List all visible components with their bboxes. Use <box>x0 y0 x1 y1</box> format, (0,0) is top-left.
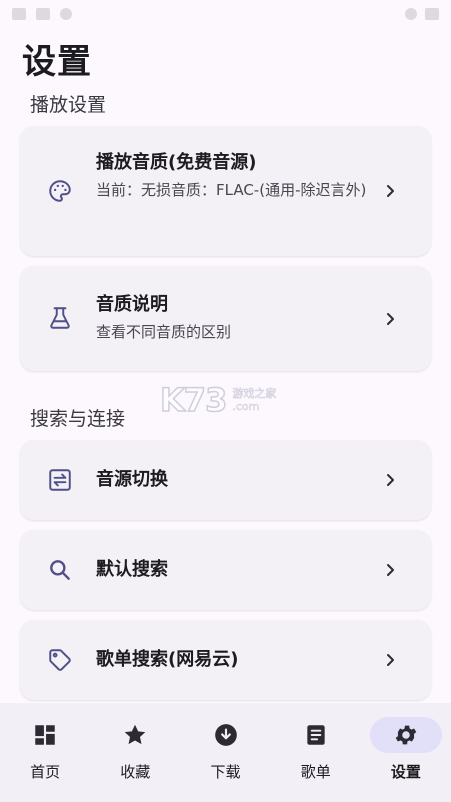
default-search-item[interactable]: 默认搜索 <box>20 530 431 610</box>
palette-icon <box>46 177 74 205</box>
item-subtitle: 查看不同音质的区别 <box>96 323 232 341</box>
download-icon <box>214 724 237 746</box>
chevron-right-icon <box>383 653 397 667</box>
search-icon <box>46 556 74 584</box>
section-title-playback: 播放设置 <box>30 94 107 116</box>
item-subtitle: 当前：无损音质：FLAC-(通用-除迟言外) <box>96 181 367 199</box>
nav-home[interactable]: 首页 <box>0 703 90 802</box>
nav-pill-active <box>369 717 442 753</box>
nav-label: 设置 <box>390 763 421 781</box>
nav-downloads[interactable]: 下载 <box>180 703 270 802</box>
status-glyph <box>36 8 50 20</box>
item-title: 歌单搜索(网易云) <box>96 649 239 670</box>
status-glyph <box>60 8 72 20</box>
nav-label: 歌单 <box>300 763 331 781</box>
nav-settings[interactable]: 设置 <box>361 703 451 802</box>
bottom-nav: 首页 收藏 下载 歌单 设置 <box>0 703 451 802</box>
nav-pill <box>99 717 171 753</box>
nav-pill <box>280 717 352 753</box>
tag-icon <box>46 646 74 674</box>
nav-pill <box>9 717 81 753</box>
item-title: 播放音质(免费音源) <box>96 152 257 173</box>
watermark-text: K73 <box>159 380 228 420</box>
nav-playlists[interactable]: 歌单 <box>271 703 361 802</box>
dashboard-icon <box>35 725 55 745</box>
quality-info-item[interactable]: 音质说明 查看不同音质的区别 <box>20 266 431 371</box>
page-title: 设置 <box>22 42 92 82</box>
nav-pill <box>190 717 262 753</box>
star-icon <box>125 724 146 745</box>
watermark-line: 游戏之家 <box>232 387 277 401</box>
nav-favorites[interactable]: 收藏 <box>90 703 180 802</box>
list-icon <box>307 725 325 745</box>
source-switch-item[interactable]: 音源切换 <box>20 440 431 520</box>
nav-label: 收藏 <box>120 763 151 781</box>
flask-icon <box>46 304 74 332</box>
section-title-search: 搜索与连接 <box>30 408 126 430</box>
wifi-icon <box>405 8 417 20</box>
swap-icon <box>46 466 74 494</box>
item-title: 音源切换 <box>96 469 168 490</box>
status-glyph <box>12 8 26 20</box>
battery-icon <box>425 8 439 20</box>
chevron-right-icon <box>383 473 397 487</box>
watermark-subtext: 游戏之家 .com <box>232 387 277 414</box>
nav-label: 首页 <box>30 763 61 781</box>
item-title: 默认搜索 <box>96 559 168 580</box>
playlist-search-item[interactable]: 歌单搜索(网易云) <box>20 620 431 700</box>
playback-quality-item[interactable]: 播放音质(免费音源) 当前：无损音质：FLAC-(通用-除迟言外) <box>20 126 431 256</box>
chevron-right-icon <box>383 312 397 326</box>
chevron-right-icon <box>383 184 397 198</box>
status-bar <box>0 0 451 28</box>
chevron-right-icon <box>383 563 397 577</box>
gear-icon <box>395 725 417 745</box>
nav-label: 下载 <box>210 763 241 781</box>
item-title: 音质说明 <box>96 294 168 315</box>
watermark-line: .com <box>232 400 260 414</box>
watermark-logo: K73 游戏之家 .com <box>159 380 295 420</box>
